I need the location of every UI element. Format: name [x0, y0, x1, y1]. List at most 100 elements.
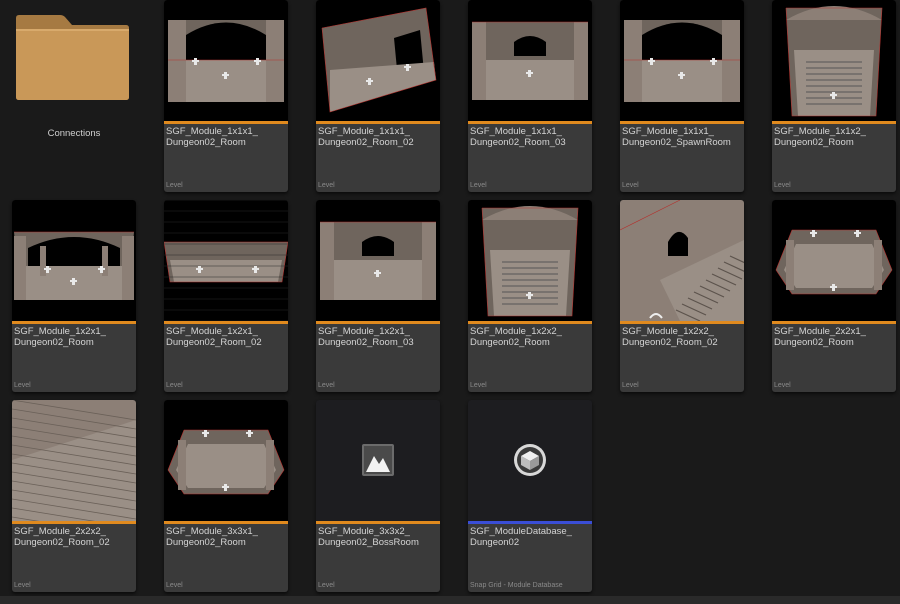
asset-thumbnail [12, 400, 136, 521]
asset-name-line2: Dungeon02_SpawnRoom [622, 137, 731, 148]
asset-type-label: Level [166, 582, 183, 589]
asset-thumbnail [316, 200, 440, 321]
asset-type-color-bar [468, 121, 592, 124]
asset-name: SGF_Module_1x1x2_ Dungeon02_Room [774, 126, 894, 148]
database-icon [514, 444, 546, 476]
asset-type-color-bar [316, 521, 440, 524]
asset-name-line2: Dungeon02_Room [166, 137, 246, 148]
asset-tile[interactable]: SGF_Module_1x1x1_ Dungeon02_SpawnRoom Le… [620, 0, 744, 192]
asset-name: SGF_Module_1x2x1_ Dungeon02_Room_03 [318, 326, 438, 348]
asset-type-label: Level [318, 382, 335, 389]
asset-thumbnail [12, 200, 136, 321]
asset-name: SGF_Module_1x1x1_ Dungeon02_SpawnRoom [622, 126, 742, 148]
asset-name-line2: Dungeon02_Room [14, 337, 94, 348]
asset-name-line2: Dungeon02_Room [774, 137, 854, 148]
asset-name-line1: SGF_Module_1x1x2_ [774, 126, 866, 137]
asset-tile[interactable]: SGF_Module_1x2x1_ Dungeon02_Room Level [12, 200, 136, 392]
asset-tile[interactable]: SGF_Module_1x1x1_ Dungeon02_Room_03 Leve… [468, 0, 592, 192]
asset-name: SGF_Module_2x2x1_ Dungeon02_Room [774, 326, 894, 348]
asset-name: SGF_ModuleDatabase_ Dungeon02 [470, 526, 590, 548]
asset-type-color-bar [12, 321, 136, 324]
asset-type-label: Level [470, 182, 487, 189]
asset-type-label: Level [774, 182, 791, 189]
asset-type-color-bar [772, 121, 896, 124]
asset-name: SGF_Module_1x1x1_ Dungeon02_Room_03 [470, 126, 590, 148]
asset-tile[interactable]: SGF_ModuleDatabase_ Dungeon02 Snap Grid … [468, 400, 592, 592]
asset-thumbnail [316, 400, 440, 521]
asset-name: SGF_Module_1x1x1_ Dungeon02_Room_02 [318, 126, 438, 148]
asset-type-color-bar [468, 321, 592, 324]
asset-name: SGF_Module_1x1x1_ Dungeon02_Room [166, 126, 286, 148]
asset-type-color-bar [164, 321, 288, 324]
folder-label: Connections [47, 128, 101, 139]
asset-name: SGF_Module_1x2x2_ Dungeon02_Room [470, 326, 590, 348]
asset-type-label: Level [14, 582, 31, 589]
asset-type-color-bar [772, 321, 896, 324]
asset-thumbnail [316, 0, 440, 121]
asset-thumbnail [620, 0, 744, 121]
folder-icon [16, 15, 129, 100]
asset-name-line1: SGF_Module_1x2x1_ [318, 326, 410, 337]
asset-name-line1: SGF_ModuleDatabase_ [470, 526, 572, 537]
asset-type-color-bar [164, 521, 288, 524]
asset-name: SGF_Module_1x2x1_ Dungeon02_Room [14, 326, 134, 348]
asset-type-color-bar [316, 321, 440, 324]
asset-name-line2: Dungeon02_Room_03 [318, 337, 414, 348]
asset-type-label: Level [318, 582, 335, 589]
asset-name-line2: Dungeon02_Room_02 [166, 337, 262, 348]
asset-type-label: Level [622, 182, 639, 189]
asset-type-label: Level [166, 382, 183, 389]
asset-name-line1: SGF_Module_2x2x2_ [14, 526, 106, 537]
asset-type-label: Level [14, 382, 31, 389]
asset-thumbnail [620, 200, 744, 321]
asset-name-line1: SGF_Module_3x3x1_ [166, 526, 258, 537]
asset-tile[interactable]: SGF_Module_1x1x2_ Dungeon02_Room Level [772, 0, 896, 192]
asset-thumbnail [468, 0, 592, 121]
asset-type-color-bar [620, 121, 744, 124]
folder-connections[interactable]: Connections [12, 0, 136, 192]
asset-name-line1: SGF_Module_3x3x2_ [318, 526, 410, 537]
asset-type-color-bar [164, 121, 288, 124]
asset-tile[interactable]: SGF_Module_1x2x1_ Dungeon02_Room_02 Leve… [164, 200, 288, 392]
asset-tile[interactable]: SGF_Module_3x3x2_ Dungeon02_BossRoom Lev… [316, 400, 440, 592]
level-icon [362, 444, 394, 476]
asset-name-line2: Dungeon02_Room_02 [622, 337, 718, 348]
status-strip [0, 596, 900, 604]
asset-name: SGF_Module_3x3x1_ Dungeon02_Room [166, 526, 286, 548]
asset-name-line2: Dungeon02_Room [774, 337, 854, 348]
asset-name: SGF_Module_3x3x2_ Dungeon02_BossRoom [318, 526, 438, 548]
asset-tile[interactable]: SGF_Module_2x2x2_ Dungeon02_Room_02 Leve… [12, 400, 136, 592]
asset-type-label: Snap Grid - Module Database [470, 582, 563, 589]
asset-type-color-bar [12, 521, 136, 524]
asset-name: SGF_Module_1x2x1_ Dungeon02_Room_02 [166, 326, 286, 348]
asset-name-line2: Dungeon02_Room_02 [14, 537, 110, 548]
asset-name-line2: Dungeon02_Room [470, 337, 550, 348]
asset-thumbnail [772, 0, 896, 121]
asset-name-line1: SGF_Module_1x1x1_ [318, 126, 410, 137]
asset-type-label: Level [470, 382, 487, 389]
asset-tile[interactable]: SGF_Module_1x2x2_ Dungeon02_Room_02 Leve… [620, 200, 744, 392]
asset-tile[interactable]: SGF_Module_1x1x1_ Dungeon02_Room Level [164, 0, 288, 192]
asset-name-line2: Dungeon02_Room_03 [470, 137, 566, 148]
asset-tile[interactable]: SGF_Module_2x2x1_ Dungeon02_Room Level [772, 200, 896, 392]
asset-tile[interactable]: SGF_Module_1x2x2_ Dungeon02_Room Level [468, 200, 592, 392]
asset-tile[interactable]: SGF_Module_1x2x1_ Dungeon02_Room_03 Leve… [316, 200, 440, 392]
asset-name-line1: SGF_Module_1x2x2_ [622, 326, 714, 337]
asset-thumbnail [164, 0, 288, 121]
asset-name-line2: Dungeon02_BossRoom [318, 537, 419, 548]
asset-type-label: Level [774, 382, 791, 389]
asset-name-line1: SGF_Module_1x2x1_ [166, 326, 258, 337]
asset-type-label: Level [166, 182, 183, 189]
asset-name-line1: SGF_Module_1x1x1_ [166, 126, 258, 137]
asset-name: SGF_Module_2x2x2_ Dungeon02_Room_02 [14, 526, 134, 548]
asset-type-label: Level [318, 182, 335, 189]
asset-thumbnail [468, 400, 592, 521]
content-browser-grid: Connections SGF_Module_1x1x1_ Dungeon02_… [0, 0, 900, 604]
asset-tile[interactable]: SGF_Module_1x1x1_ Dungeon02_Room_02 Leve… [316, 0, 440, 192]
asset-thumbnail [772, 200, 896, 321]
asset-name-line2: Dungeon02_Room [166, 537, 246, 548]
asset-tile[interactable]: SGF_Module_3x3x1_ Dungeon02_Room Level [164, 400, 288, 592]
asset-thumbnail [468, 200, 592, 321]
asset-name-line1: SGF_Module_2x2x1_ [774, 326, 866, 337]
asset-type-color-bar [620, 321, 744, 324]
